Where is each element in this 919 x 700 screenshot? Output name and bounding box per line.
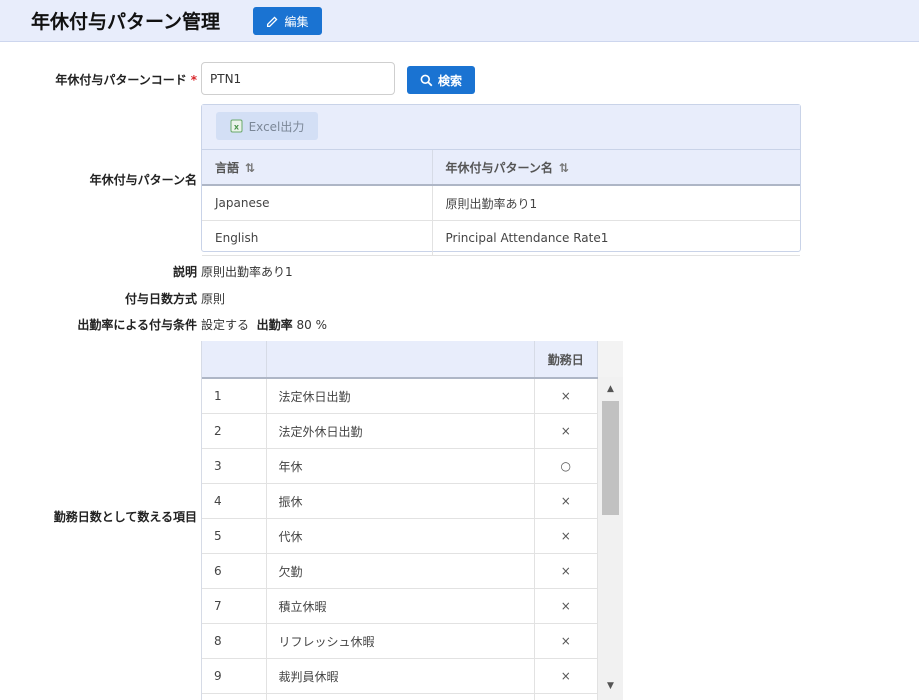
cell-no: 10 <box>202 693 267 700</box>
cell-workday-mark: × <box>534 658 598 694</box>
cell-workday-mark <box>534 693 598 700</box>
cell-workday-mark: × <box>534 553 598 589</box>
table-row[interactable]: 8 リフレッシュ休暇 × <box>202 623 598 659</box>
cell-item-name: 欠勤 <box>266 553 535 589</box>
column-header-workday: 勤務日 <box>534 341 598 379</box>
attendance-rate-value: 80 % <box>296 318 328 332</box>
pattern-code-input[interactable] <box>201 62 395 95</box>
workday-items-label: 勤務日数として数える項目 <box>53 510 197 524</box>
column-header-item <box>266 341 535 379</box>
attendance-rate-label: 出勤率 <box>256 318 293 332</box>
scrollbar-thumb[interactable] <box>602 401 619 515</box>
code-label: 年休付与パターンコード * <box>55 73 197 87</box>
cell-workday-mark: × <box>534 518 598 554</box>
column-header-pattern-name[interactable]: 年休付与パターン名 ⇅ <box>432 150 800 186</box>
table-row[interactable]: 4 振休 × <box>202 483 598 519</box>
cell-no: 6 <box>202 553 267 589</box>
required-mark: * <box>190 73 197 87</box>
column-header-language[interactable]: 言語 ⇅ <box>202 150 433 186</box>
search-button-label: 検索 <box>437 73 462 88</box>
table-row[interactable]: 1 法定休日出勤 × <box>202 378 598 414</box>
cell-item-name <box>266 693 535 700</box>
pattern-name-table: 言語 ⇅ 年休付与パターン名 ⇅ Japanese 原則出勤率あり1 English… <box>202 150 800 256</box>
grant-method-value: 原則 <box>201 292 226 306</box>
excel-icon: x <box>230 119 243 133</box>
sort-icon: ⇅ <box>558 160 569 175</box>
pattern-name-panel: x Excel出力 言語 ⇅ 年休付与パターン名 ⇅ Japanese 原則出勤率あ… <box>201 104 801 256</box>
cell-item-name: 振休 <box>266 483 535 519</box>
cell-item-name: 代休 <box>266 518 535 554</box>
cell-workday-mark: ○ <box>534 448 598 484</box>
description-label: 説明 <box>172 265 197 279</box>
cell-language: Japanese <box>202 185 433 221</box>
search-button[interactable]: 検索 <box>407 66 475 94</box>
cell-no: 3 <box>202 448 267 484</box>
cell-workday-mark: × <box>534 378 598 414</box>
column-header-no <box>202 341 267 379</box>
page-title: 年休付与パターン管理 <box>31 11 221 33</box>
edit-button-label: 編集 <box>284 14 309 29</box>
table-row[interactable]: Japanese 原則出勤率あり1 <box>202 185 800 221</box>
scroll-up-arrow-icon[interactable]: ▲ <box>598 381 623 397</box>
cell-no: 1 <box>202 378 267 414</box>
workday-items-grid: 勤務日 1 法定休日出勤 × 2 法定外休日出勤 × 3 年休 ○ 4 振休 × 5 代休 × 6欠… <box>201 341 623 700</box>
edit-button[interactable]: 編集 <box>253 7 322 35</box>
cell-no: 8 <box>202 623 267 659</box>
excel-export-button[interactable]: x Excel出力 <box>216 112 318 140</box>
table-row[interactable]: 5 代休 × <box>202 518 598 554</box>
cell-language: English <box>202 220 433 256</box>
cell-workday-mark: × <box>534 413 598 449</box>
table-row[interactable]: 3 年休 ○ <box>202 448 598 484</box>
sort-icon: ⇅ <box>245 160 256 175</box>
table-row[interactable]: 6 欠勤 × <box>202 553 598 589</box>
cell-no: 7 <box>202 588 267 624</box>
cell-workday-mark: × <box>534 483 598 519</box>
cell-item-name: 法定休日出勤 <box>266 378 535 414</box>
svg-text:x: x <box>234 123 240 132</box>
table-row[interactable]: English Principal Attendance Rate1 <box>202 220 800 256</box>
table-row[interactable]: 10 <box>202 693 598 700</box>
attendance-condition-label: 出勤率による付与条件 <box>77 318 197 332</box>
cell-workday-mark: × <box>534 588 598 624</box>
pencil-icon <box>267 16 278 27</box>
table-row[interactable]: 2 法定外休日出勤 × <box>202 413 598 449</box>
scroll-down-arrow-icon[interactable]: ▼ <box>598 678 623 694</box>
cell-item-name: 積立休暇 <box>266 588 535 624</box>
grant-method-label: 付与日数方式 <box>124 292 197 306</box>
excel-export-label: Excel出力 <box>248 119 305 134</box>
scroll-corner <box>598 341 623 377</box>
table-row[interactable]: 7 積立休暇 × <box>202 588 598 624</box>
workday-items-table: 勤務日 1 法定休日出勤 × 2 法定外休日出勤 × 3 年休 ○ 4 振休 × 5 代休 × 6欠… <box>202 341 598 700</box>
description-value: 原則出勤率あり1 <box>201 265 293 279</box>
cell-item-name: 法定外休日出勤 <box>266 413 535 449</box>
cell-no: 4 <box>202 483 267 519</box>
pattern-name-label: 年休付与パターン名 <box>89 173 197 187</box>
page-header: 年休付与パターン管理 編集 <box>0 0 919 42</box>
cell-item-name: リフレッシュ休暇 <box>266 623 535 659</box>
cell-workday-mark: × <box>534 623 598 659</box>
cell-pattern-name: Principal Attendance Rate1 <box>432 220 800 256</box>
cell-item-name: 裁判員休暇 <box>266 658 535 694</box>
attendance-condition-value: 設定する 出勤率 80 % <box>201 318 328 332</box>
table-row[interactable]: 9 裁判員休暇 × <box>202 658 598 694</box>
cell-no: 5 <box>202 518 267 554</box>
cell-no: 9 <box>202 658 267 694</box>
search-icon <box>420 74 433 86</box>
cell-pattern-name: 原則出勤率あり1 <box>432 185 800 221</box>
cell-no: 2 <box>202 413 267 449</box>
vertical-scrollbar[interactable]: ▲ ▼ <box>598 377 623 700</box>
cell-item-name: 年休 <box>266 448 535 484</box>
panel-toolbar: x Excel出力 <box>202 105 800 150</box>
